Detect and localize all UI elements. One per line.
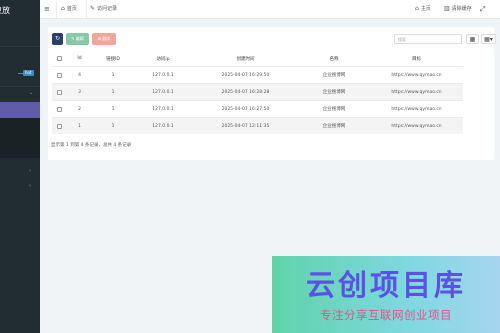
sidebar-item-active[interactable] <box>0 102 40 118</box>
export-icon[interactable]: ▦▾ <box>481 34 496 44</box>
table-row[interactable]: 4 1 127.0.0.1 2025-04-07 16:29:50 企业搜博网 … <box>52 66 463 83</box>
cell-created: 2025-04-07 16:28:28 <box>221 89 270 95</box>
sidebar-divider <box>0 46 40 47</box>
sidebar: 泉放 hot ⌄ ‹ ‹ <box>0 0 40 333</box>
cell-ip: 127.0.0.1 <box>152 89 174 95</box>
row-select-cell <box>52 84 66 100</box>
row-select-cell <box>52 67 66 83</box>
table-header: Id 链接ID 访问ip 创建时间 名称 目标 <box>52 51 463 66</box>
home-icon: ⌂ <box>415 5 419 12</box>
column-header[interactable]: 创建时间 <box>193 51 298 66</box>
cell-created: 2025-04-07 12:11:35 <box>221 123 270 129</box>
clear-cache-label: 清除缓存 <box>451 6 472 12</box>
search-input[interactable]: 搜索 <box>394 34 462 44</box>
edit-button[interactable]: ✎ 编辑 <box>66 33 89 45</box>
navbar-divider <box>86 0 87 18</box>
column-header[interactable]: Id <box>66 51 93 66</box>
cell-link-id: 1 <box>111 106 115 112</box>
sidebar-brand[interactable]: 泉放 <box>0 0 40 22</box>
row-checkbox[interactable] <box>56 106 62 112</box>
tab-visit-log-label: 访问记录 <box>97 6 118 12</box>
refresh-button[interactable]: ↻ <box>52 33 63 45</box>
chevron-left-icon[interactable]: ‹ <box>29 168 31 174</box>
select-all-checkbox[interactable] <box>56 56 62 61</box>
home-link-label: 主页 <box>420 6 431 12</box>
cell-created: 2025-04-07 16:27:50 <box>221 106 270 112</box>
cell-name: 企业搜博网 <box>322 90 346 95</box>
clear-cache-button[interactable]: ▥ 清除缓存 <box>444 4 472 14</box>
select-all-cell <box>52 51 66 66</box>
cell-target: https://www.qymao.cn <box>391 72 442 78</box>
trash-icon: ▥ <box>444 5 450 12</box>
menu-toggle-icon[interactable]: ≡ <box>44 4 50 14</box>
cell-target: https://www.qymao.cn <box>391 106 442 112</box>
tab-home[interactable]: ⌂ 首页 <box>61 4 77 14</box>
cell-id: 3 <box>78 89 81 95</box>
top-navbar: ≡ ⌂ 首页 ✎ 访问记录 ⌂ 主页 ▥ 清除缓存 ⤢ <box>40 0 500 19</box>
cell-target: https://www.qymao.cn <box>391 123 442 129</box>
row-select-cell <box>52 101 66 117</box>
watermark-logo: 云创项目库 专注分享互联网创业项目 <box>272 256 500 333</box>
column-header[interactable]: 链接ID <box>93 51 133 66</box>
column-header[interactable]: 访问ip <box>133 51 193 66</box>
watermark-title: 云创项目库 <box>305 268 466 302</box>
cell-target: https://www.qymao.cn <box>391 89 442 95</box>
fullscreen-icon[interactable]: ⤢ <box>480 4 486 14</box>
navbar-divider <box>56 0 57 18</box>
column-header[interactable]: 目标 <box>370 51 463 66</box>
visit-log-table: Id 链接ID 访问ip 创建时间 名称 目标 4 1 127.0.0.1 20… <box>52 51 463 134</box>
tab-home-label: 首页 <box>66 6 77 12</box>
row-select-cell <box>52 118 66 134</box>
cell-id: 2 <box>78 106 81 112</box>
row-checkbox[interactable] <box>56 123 62 129</box>
pencil-icon: ✎ <box>90 5 96 12</box>
chevron-left-icon[interactable]: ‹ <box>29 183 31 189</box>
cell-name: 企业搜博网 <box>322 73 346 78</box>
cell-id: 4 <box>78 72 81 78</box>
cell-link-id: 1 <box>111 123 115 129</box>
row-checkbox[interactable] <box>56 72 62 78</box>
cell-link-id: 1 <box>111 89 115 95</box>
table-row[interactable]: 1 1 127.0.0.1 2025-04-07 12:11:35 企业搜博网 … <box>52 117 463 134</box>
cell-ip: 127.0.0.1 <box>152 106 174 112</box>
chevron-down-icon[interactable]: ⌄ <box>29 90 33 96</box>
table-row[interactable]: 3 1 127.0.0.1 2025-04-07 16:28:28 企业搜博网 … <box>52 83 463 100</box>
home-link[interactable]: ⌂ 主页 <box>415 4 431 14</box>
column-header[interactable]: 名称 <box>298 51 370 66</box>
watermark-subtitle: 专注分享互联网创业项目 <box>320 308 452 322</box>
tab-visit-log[interactable]: ✎ 访问记录 <box>90 4 117 14</box>
cell-ip: 127.0.0.1 <box>152 123 174 129</box>
row-checkbox[interactable] <box>56 89 62 95</box>
cell-link-id: 1 <box>111 72 115 78</box>
cell-id: 1 <box>78 123 81 129</box>
sidebar-hot-badge: hot <box>23 70 34 76</box>
pagination-summary: 显示第 1 到第 4 条记录，总共 4 条记录 <box>51 143 132 148</box>
cell-ip: 127.0.0.1 <box>152 72 174 78</box>
delete-button[interactable]: ✖ 删除 <box>92 33 116 45</box>
columns-icon[interactable]: ▦ <box>466 34 479 44</box>
cell-created: 2025-04-07 16:29:50 <box>221 72 270 78</box>
sidebar-divider <box>0 86 40 87</box>
sidebar-submenu[interactable] <box>0 118 40 158</box>
home-icon: ⌂ <box>61 5 65 12</box>
cell-name: 企业搜博网 <box>322 107 346 112</box>
table-row[interactable]: 2 1 127.0.0.1 2025-04-07 16:27:50 企业搜博网 … <box>52 100 463 117</box>
cell-name: 企业搜博网 <box>322 124 346 129</box>
